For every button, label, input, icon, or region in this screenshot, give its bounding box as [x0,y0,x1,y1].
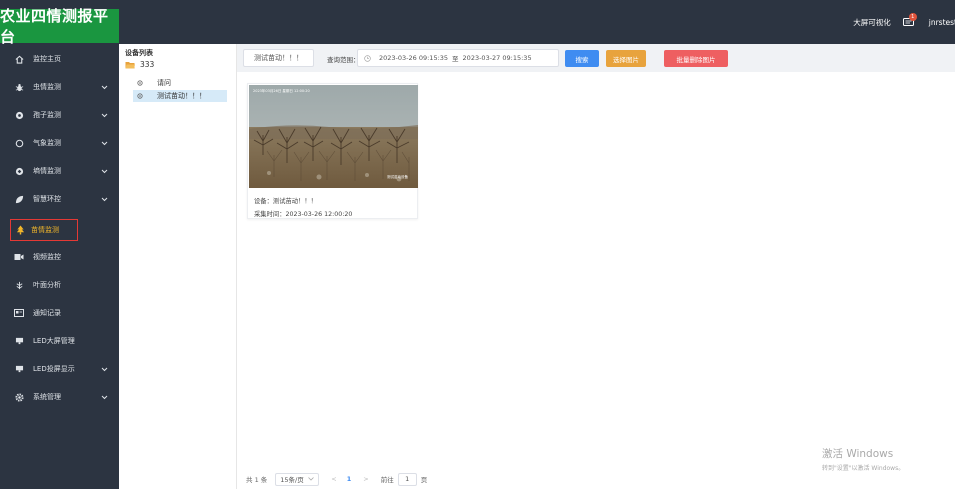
clock-icon [364,54,371,62]
page-size-value: 15条/页 [280,476,304,484]
brand-title: 农业四情测报平台 [0,7,109,46]
chevron-down-icon [99,367,109,372]
chevron-down-icon [99,169,109,174]
sidebar-item-label: 系统管理 [33,393,61,401]
leaf-analysis-icon [14,280,24,290]
sidebar: 监控主页 虫情监测 孢子监测 气象监测 墒情监测 智慧环控 苗情监测 视频监控 … [0,44,119,489]
big-screen-link[interactable]: 大屏可视化 [853,17,891,28]
brand-logo[interactable]: 农业四情测报平台 [0,7,119,46]
sidebar-item-label: 墒情监测 [33,167,61,175]
date-start[interactable]: 2023-03-26 09:15:35 [379,54,448,62]
sidebar-item-label: 监控主页 [33,55,61,63]
chevron-down-icon [99,113,109,118]
device-node-icon [137,93,143,99]
windows-activation-watermark: 激活 Windows 转到"设置"以激活 Windows。 [822,446,904,472]
device-group-label: 333 [140,60,155,69]
tree-icon [15,225,25,235]
message-button[interactable]: 1 [902,13,917,28]
sidebar-item-seedling[interactable]: 苗情监测 [10,219,78,241]
pagination-total: 共 1 条 [246,476,268,484]
orchard-photo-image [249,85,418,188]
device-group[interactable]: 333 [125,60,154,69]
user-menu[interactable]: jnrstest [929,18,955,27]
device-list-panel: 设备列表 333 请问 测试苗动！！！ [119,44,237,489]
monitor-icon [14,336,24,346]
sidebar-item-notice[interactable]: 通知记录 [0,302,119,324]
card-device-line: 设备：测试苗动！！！ [254,198,317,205]
chevron-down-icon [99,395,109,400]
message-count-badge: 1 [908,13,917,21]
sidebar-item-label: 气象监测 [33,139,61,147]
video-icon [14,252,24,262]
sidebar-item-led-display[interactable]: LED投屏显示 [0,358,119,380]
page-size-select[interactable]: 15条/页 [275,472,320,486]
seedling-photo[interactable]: 2023年03月26日 星期日 12:00:20 测试苗动设备 [249,85,418,188]
query-toolbar: 测试苗动！！！ 查询范围： 2023-03-26 09:15:35 至 2023… [237,44,955,72]
home-icon [14,54,24,64]
sidebar-item-label: 通知记录 [33,309,61,317]
device-node-icon [137,80,143,86]
select-images-button[interactable]: 选择图片 [606,50,646,67]
device-node-selected[interactable]: 测试苗动！！！ [133,90,227,102]
sidebar-item-weather[interactable]: 气象监测 [0,132,119,154]
sidebar-item-label: 智慧环控 [33,195,61,203]
current-page[interactable]: 1 [347,475,352,483]
date-end[interactable]: 2023-03-27 09:15:35 [463,54,532,62]
chevron-down-icon [99,85,109,90]
pagination: 共 1 条 15条/页 < 1 > 前往 1 页 [246,472,427,486]
batch-delete-button[interactable]: 批量删除图片 [664,50,728,67]
monitor-icon [14,364,24,374]
soil-icon [14,166,24,176]
date-range-picker[interactable]: 2023-03-26 09:15:35 至 2023-03-27 09:15:3… [357,49,559,67]
sidebar-item-label: LED投屏显示 [33,365,75,373]
chevron-down-icon [308,477,315,481]
sidebar-item-pest[interactable]: 虫情监测 [0,76,119,98]
sidebar-item-spore[interactable]: 孢子监测 [0,104,119,126]
sidebar-item-video[interactable]: 视频监控 [0,246,119,268]
goto-page-input[interactable]: 1 [397,472,417,486]
sidebar-item-soil[interactable]: 墒情监测 [0,160,119,182]
goto-label: 前往 [380,476,394,484]
sidebar-item-home[interactable]: 监控主页 [0,48,119,70]
image-card[interactable]: 2023年03月26日 星期日 12:00:20 测试苗动设备 设备：测试苗动！… [247,83,418,219]
leaf-icon [14,194,24,204]
top-bar: 农业四情测报平台 大屏可视化 1 jnrstest [0,0,955,46]
photo-device-overlay: 测试苗动设备 [387,175,408,179]
device-node-label: 请问 [157,79,171,87]
sidebar-item-system[interactable]: 系统管理 [0,386,119,408]
watermark-subtitle: 转到"设置"以激活 Windows。 [822,465,905,472]
goto-suffix: 页 [420,476,428,484]
sidebar-item-smart-env[interactable]: 智慧环控 [0,188,119,210]
prev-page-button[interactable]: < [331,475,336,483]
current-device-button[interactable]: 测试苗动！！！ [243,49,314,67]
device-node-label: 测试苗动！！！ [157,92,206,100]
bug-icon [14,82,24,92]
chevron-down-icon [99,197,109,202]
sidebar-item-led-manage[interactable]: LED大屏管理 [0,330,119,352]
weather-icon [14,138,24,148]
sidebar-item-label: 视频监控 [33,253,61,261]
sidebar-item-label: 孢子监测 [33,111,61,119]
device-node[interactable]: 请问 [133,77,227,89]
sidebar-item-label: LED大屏管理 [33,337,75,345]
device-list-title: 设备列表 [125,49,153,57]
next-page-button[interactable]: > [363,475,368,483]
search-button[interactable]: 搜索 [565,50,599,67]
chevron-down-icon [99,141,109,146]
sidebar-item-leaf-analysis[interactable]: 叶面分析 [0,274,119,296]
folder-open-icon [125,61,135,68]
notice-icon [14,308,24,318]
date-separator: 至 [452,55,459,63]
card-time-line: 采集时间：2023-03-26 12:00:20 [254,211,353,218]
header-actions: 大屏可视化 1 jnrstest [853,13,955,30]
sidebar-item-label: 苗情监测 [31,226,59,234]
app-root: 农业四情测报平台 大屏可视化 1 jnrstest 监控主页 虫情监测 孢子监测… [0,0,955,489]
photo-timestamp-overlay: 2023年03月26日 星期日 12:00:20 [253,89,310,93]
watermark-title: 激活 Windows [822,448,894,460]
query-range-label: 查询范围： [327,56,360,64]
settings-icon [14,392,24,402]
spore-icon [14,110,24,120]
sidebar-item-label: 虫情监测 [33,83,61,91]
sidebar-item-label: 叶面分析 [33,281,61,289]
